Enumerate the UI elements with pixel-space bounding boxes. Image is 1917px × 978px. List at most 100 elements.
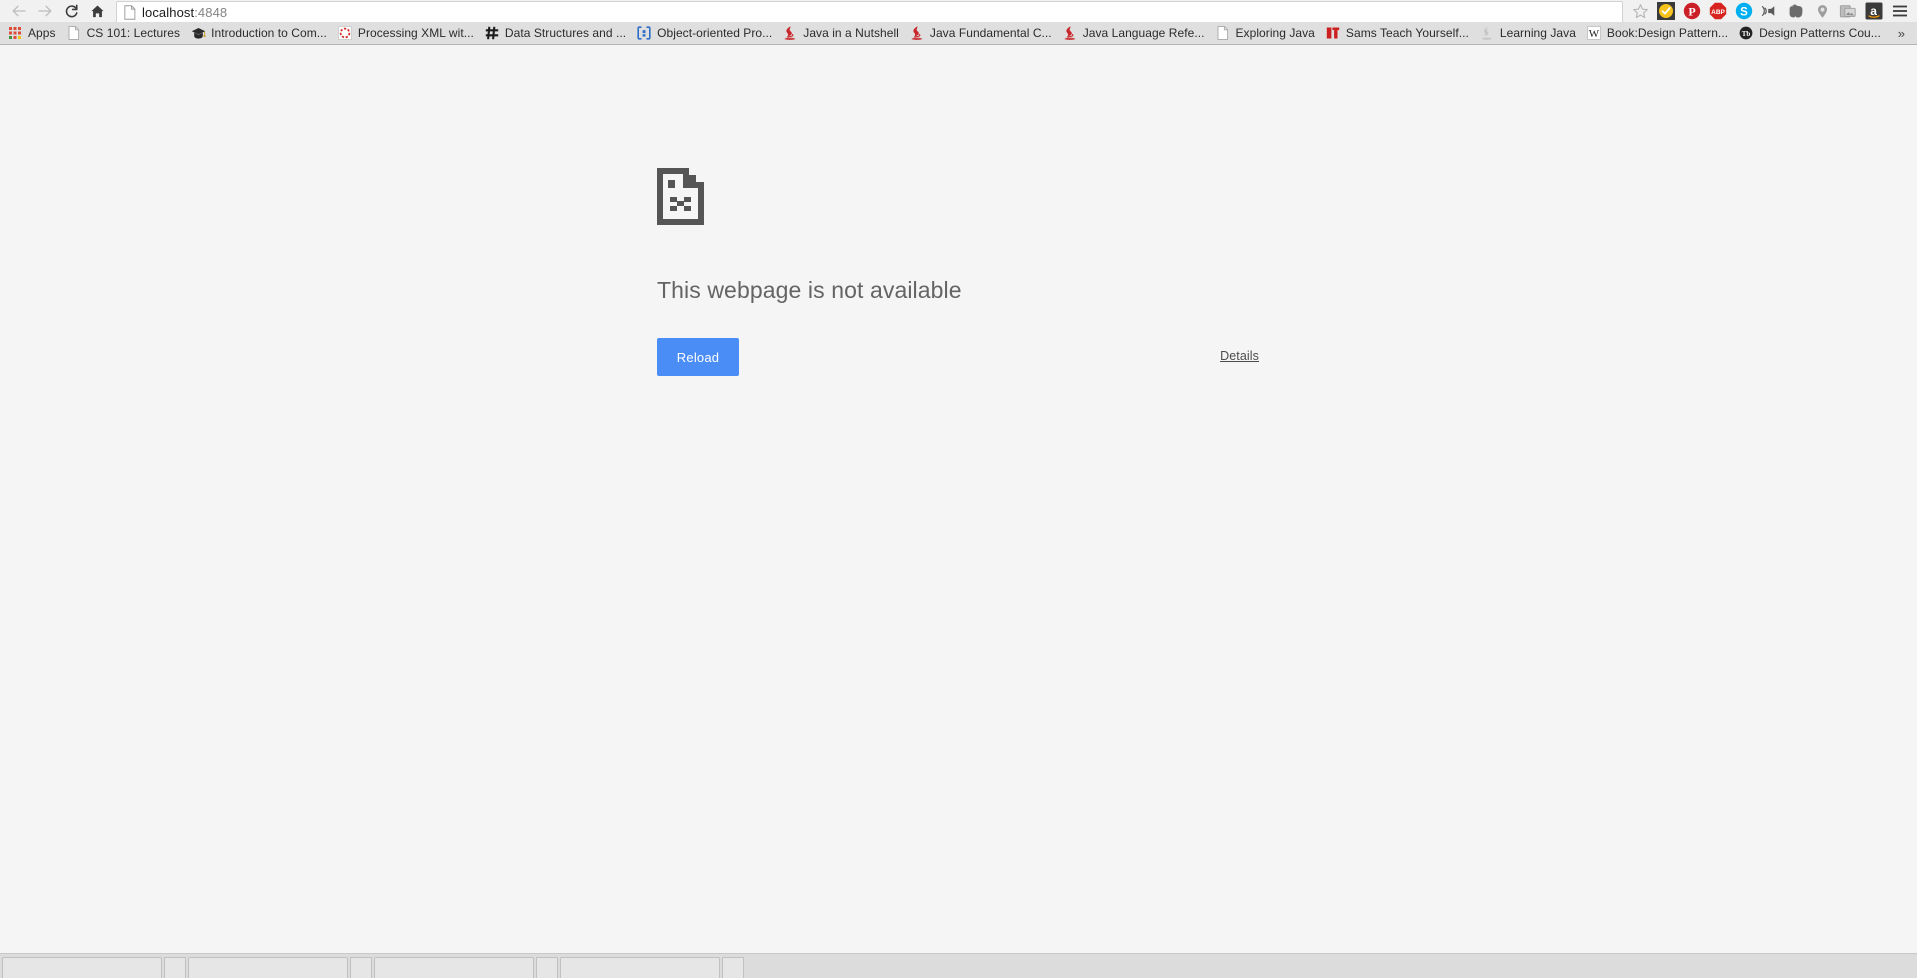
address-bar[interactable]: localhost:4848 [116,1,1623,22]
taskbar-item-small[interactable] [164,956,186,978]
map-pin-icon [1817,4,1827,18]
document-image-icon[interactable] [1835,0,1861,22]
bookmark-star-icon[interactable] [1627,0,1653,22]
bookmark-label: Exploring Java [1235,26,1315,40]
taskbar-item-small[interactable] [536,956,558,978]
page-icon [124,4,136,20]
bookmark-introduction-to-com[interactable]: Introduction to Com... [186,24,333,43]
evernote-elephant-icon [1789,3,1802,18]
details-link[interactable]: Details [1220,349,1259,363]
error-title: This webpage is not available [657,277,962,303]
taskbar-item[interactable] [560,956,720,978]
page-favicon-icon [66,25,82,41]
home-icon [90,5,104,17]
reload-button[interactable] [58,0,84,22]
bookmark-label: Object-oriented Pro... [657,26,773,40]
taskbar-item[interactable] [188,956,348,978]
pinterest-icon[interactable]: P [1679,0,1705,22]
adblock-plus-icon[interactable]: ABP [1705,0,1731,22]
error-actions: Reload Details [657,338,1259,378]
sams-it-favicon-icon [1325,25,1341,41]
taskbar-item[interactable] [374,956,534,978]
norton-checkmark-icon [1657,2,1675,20]
wikipedia-w-favicon-icon: W [1586,25,1602,41]
url-port: :4848 [194,4,228,20]
extension-icons: P ABP S a [1627,0,1917,22]
bookmark-label: Book:Design Pattern... [1606,26,1729,40]
red-circle-favicon-icon [337,25,353,41]
amazon-icon[interactable]: a [1861,0,1887,22]
taskbar-item-small[interactable] [350,956,372,978]
bookmark-processing-xml-wit[interactable]: Processing XML wit... [333,24,480,43]
reload-page-button[interactable]: Reload [657,338,739,376]
bookmark-java-in-a-nutshell[interactable]: Java in a Nutshell [778,24,905,43]
bookmark-label: Java Fundamental C... [929,26,1052,40]
bookmark-label: Java in a Nutshell [803,26,899,40]
bookmark-label: Design Patterns Cou... [1759,26,1881,40]
hash-favicon-icon [484,25,500,41]
bookmark-label: Sams Teach Yourself... [1345,26,1469,40]
abp-logo-icon: ABP [1709,2,1727,20]
skype-logo-icon: S [1735,2,1753,20]
hamburger-menu-icon [1893,5,1907,17]
bookmark-label: Data Structures and ... [504,26,627,40]
bookmark-sams-teach-yourself[interactable]: Sams Teach Yourself... [1321,24,1475,43]
pinterest-logo-icon: P [1683,2,1701,20]
graduation-cap-favicon-icon [190,25,206,41]
bookmark-java-fundamental-c[interactable]: Java Fundamental C... [905,24,1058,43]
bookmark-learning-java[interactable]: Learning Java [1475,24,1582,43]
speaker-icon[interactable] [1757,0,1783,22]
volume-speaker-icon [1761,6,1774,16]
document-picture-icon [1839,4,1856,17]
svg-text:a: a [1870,4,1877,18]
svg-text:W: W [1589,28,1600,40]
forward-button[interactable] [32,0,58,22]
bookmarks-bar: Apps CS 101: Lectures Introduction to Co… [0,22,1917,45]
svg-text:P: P [1688,4,1695,18]
gray-favicon-icon [1479,25,1495,41]
java-duke-favicon-icon [782,25,798,41]
bookmark-cs-101-lectures[interactable]: CS 101: Lectures [62,24,187,43]
home-button[interactable] [84,0,110,22]
navigation-buttons [0,0,110,22]
evernote-icon[interactable] [1783,0,1809,22]
url-host: localhost [142,4,195,20]
chrome-menu-icon[interactable] [1887,0,1913,22]
page-content: This webpage is not available Reload Det… [0,46,1917,953]
bookmark-data-structures-and[interactable]: Data Structures and ... [480,24,632,43]
bookmark-apps[interactable]: Apps [3,24,62,43]
bookmark-design-patterns-cou[interactable]: Tb Design Patterns Cou... [1734,24,1887,43]
back-arrow-icon [12,5,26,17]
norton-icon[interactable] [1653,0,1679,22]
svg-text:Tb: Tb [1742,30,1751,38]
address-bar-text: localhost:4848 [142,5,227,20]
taskbar-buttons [0,956,744,978]
bookmark-label: Learning Java [1499,26,1576,40]
error-page: This webpage is not available Reload Det… [657,168,1357,378]
java-duke-favicon-icon [1062,25,1078,41]
reload-icon [65,4,78,17]
svg-text:S: S [1740,6,1748,18]
bookmark-book-design-pattern[interactable]: W Book:Design Pattern... [1582,24,1734,43]
taskbar-item[interactable] [2,956,162,978]
page-favicon-icon [1215,25,1231,41]
bookmark-label: Java Language Refe... [1082,26,1205,40]
sad-page-icon [657,168,704,225]
bookmark-exploring-java[interactable]: Exploring Java [1211,24,1321,43]
apps-grid-icon [7,25,23,41]
taskbar [0,953,1917,978]
java-duke-favicon-icon [909,25,925,41]
browser-window: localhost:4848 P ABP S a Apps CS 101: Le… [0,0,1917,978]
bookmark-object-oriented-pro[interactable]: Object-oriented Pro... [632,24,778,43]
bookmark-apps-label: Apps [28,26,56,40]
back-button[interactable] [6,0,32,22]
bookmark-label: CS 101: Lectures [86,26,181,40]
blue-bracket-favicon-icon [636,25,652,41]
forward-arrow-icon [38,5,52,17]
bookmark-java-language-refe[interactable]: Java Language Refe... [1058,24,1211,43]
taskbar-item-small[interactable] [722,956,744,978]
bookmarks-overflow-chevron-icon[interactable]: » [1894,26,1909,41]
svg-text:ABP: ABP [1711,9,1725,16]
skype-icon[interactable]: S [1731,0,1757,22]
location-pin-icon[interactable] [1809,0,1835,22]
